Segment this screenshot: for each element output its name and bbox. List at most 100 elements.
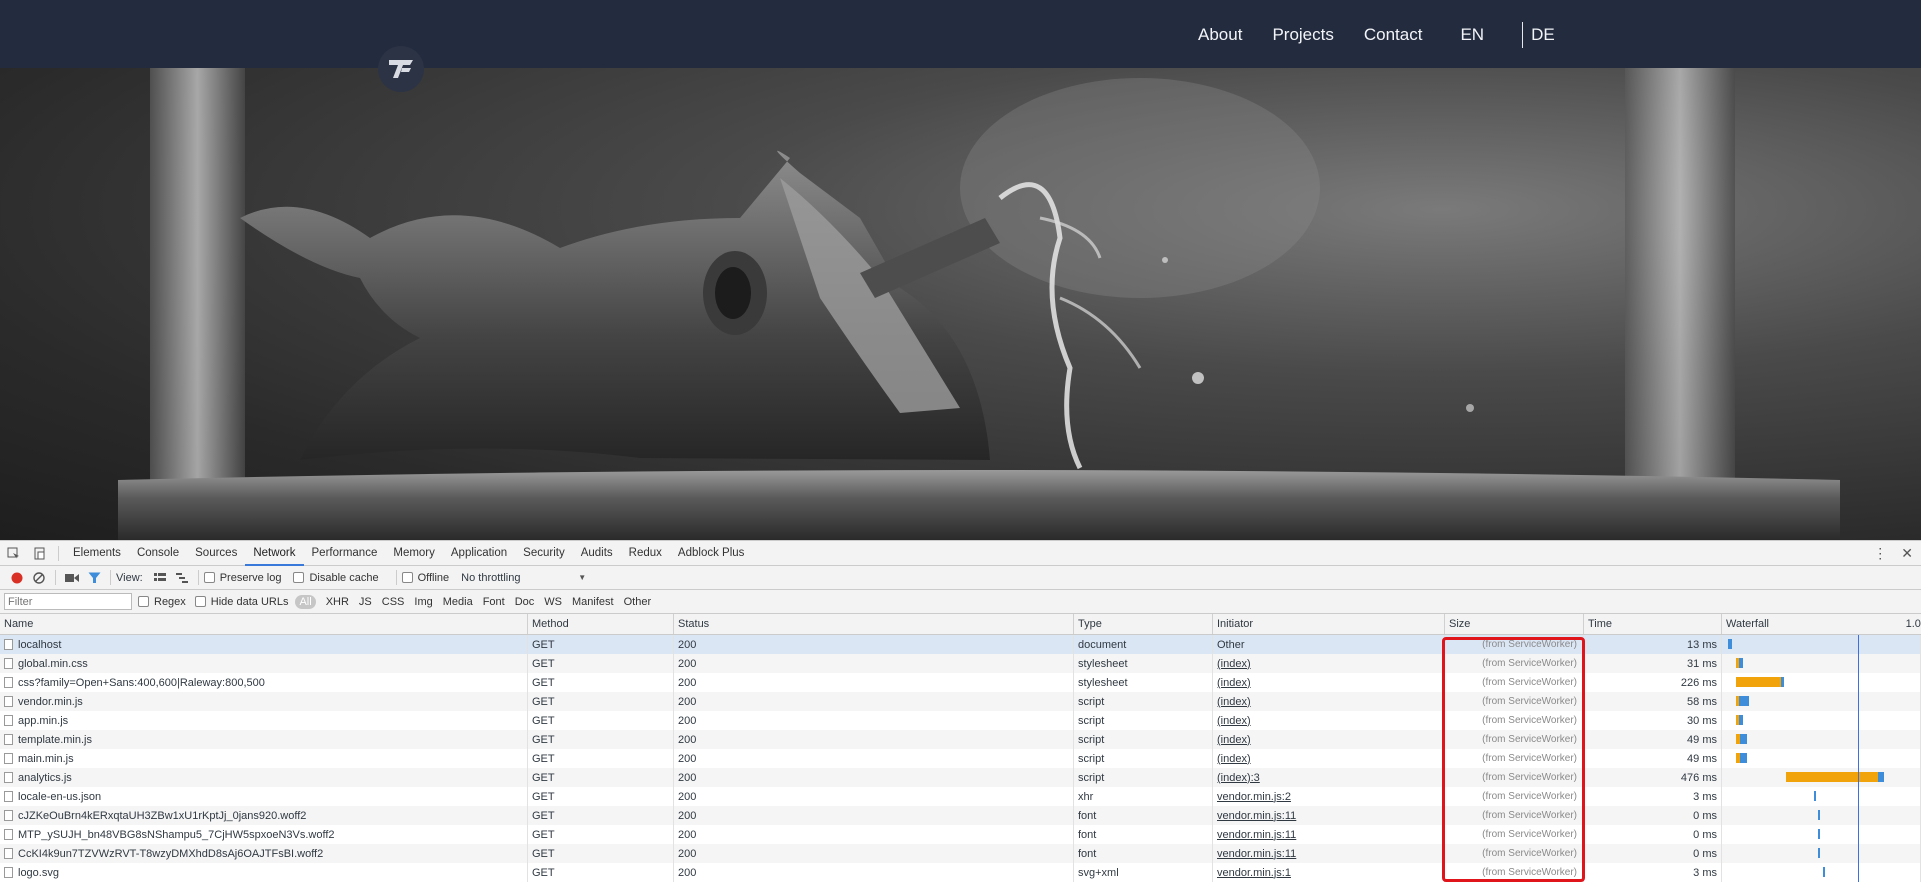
filter-type-doc[interactable]: Doc xyxy=(515,596,535,608)
request-initiator-cell[interactable]: (index) xyxy=(1213,730,1445,749)
capture-screenshots-icon[interactable] xyxy=(61,566,83,590)
initiator-link[interactable]: (index) xyxy=(1217,734,1251,746)
request-name-cell[interactable]: cJZKeOuBrn4kERxqtaUH3ZBw1xU1rKptJj_0jans… xyxy=(0,806,528,825)
close-icon[interactable]: ✕ xyxy=(1901,545,1913,562)
throttling-select[interactable]: No throttling ▼ xyxy=(461,572,586,584)
hide-data-urls-checkbox[interactable]: Hide data URLs xyxy=(194,596,288,608)
column-header-initiator[interactable]: Initiator xyxy=(1213,614,1445,634)
initiator-link[interactable]: (index) xyxy=(1217,658,1251,670)
request-name-cell[interactable]: vendor.min.js xyxy=(0,692,528,711)
tab-elements[interactable]: Elements xyxy=(65,541,129,566)
request-name-cell[interactable]: logo.svg xyxy=(0,863,528,882)
request-name-cell[interactable]: MTP_ySUJH_bn48VBG8sNShampu5_7CjHW5spxoeN… xyxy=(0,825,528,844)
regex-checkbox[interactable]: Regex xyxy=(138,596,186,608)
request-name-cell[interactable]: main.min.js xyxy=(0,749,528,768)
device-toolbar-icon[interactable] xyxy=(26,541,52,566)
request-initiator-cell[interactable]: vendor.min.js:11 xyxy=(1213,825,1445,844)
request-waterfall-cell[interactable] xyxy=(1722,711,1921,730)
table-row[interactable]: css?family=Open+Sans:400,600|Raleway:800… xyxy=(0,673,1921,692)
filter-type-manifest[interactable]: Manifest xyxy=(572,596,614,608)
request-name-cell[interactable]: global.min.css xyxy=(0,654,528,673)
request-name-cell[interactable]: localhost xyxy=(0,635,528,654)
table-row[interactable]: localhost GET 200 document Other (from Servic… xyxy=(0,635,1921,654)
request-initiator-cell[interactable]: vendor.min.js:11 xyxy=(1213,806,1445,825)
request-initiator-cell[interactable]: (index):3 xyxy=(1213,768,1445,787)
initiator-link[interactable]: (index) xyxy=(1217,696,1251,708)
nav-about-link[interactable]: About xyxy=(1198,25,1242,45)
request-initiator-cell[interactable]: vendor.min.js:1 xyxy=(1213,863,1445,882)
initiator-link[interactable]: vendor.min.js:11 xyxy=(1217,848,1296,860)
request-initiator-cell[interactable]: vendor.min.js:11 xyxy=(1213,844,1445,863)
request-waterfall-cell[interactable] xyxy=(1722,844,1921,863)
table-row[interactable]: analytics.js GET 200 script (index):3 (from S… xyxy=(0,768,1921,787)
column-header-size[interactable]: Size xyxy=(1445,614,1584,634)
initiator-link[interactable]: (index) xyxy=(1217,677,1251,689)
overview-icon[interactable] xyxy=(171,566,193,590)
offline-checkbox[interactable]: Offline xyxy=(401,572,449,584)
tab-application[interactable]: Application xyxy=(443,541,515,566)
lang-en-link[interactable]: EN xyxy=(1460,25,1484,45)
column-header-type[interactable]: Type xyxy=(1074,614,1213,634)
filter-type-font[interactable]: Font xyxy=(483,596,505,608)
nav-projects-link[interactable]: Projects xyxy=(1272,25,1333,45)
table-row[interactable]: cJZKeOuBrn4kERxqtaUH3ZBw1xU1rKptJj_0jans… xyxy=(0,806,1921,825)
filter-icon[interactable] xyxy=(83,566,105,590)
request-initiator-cell[interactable]: vendor.min.js:2 xyxy=(1213,787,1445,806)
filter-type-js[interactable]: JS xyxy=(359,596,372,608)
tab-console[interactable]: Console xyxy=(129,541,187,566)
column-header-name[interactable]: Name xyxy=(0,614,528,634)
inspect-element-icon[interactable] xyxy=(0,541,26,566)
table-row[interactable]: logo.svg GET 200 svg+xml vendor.min.js:1 (fro… xyxy=(0,863,1921,882)
request-name-cell[interactable]: css?family=Open+Sans:400,600|Raleway:800… xyxy=(0,673,528,692)
record-icon[interactable] xyxy=(6,566,28,590)
initiator-link[interactable]: vendor.min.js:1 xyxy=(1217,867,1291,879)
initiator-link[interactable]: (index) xyxy=(1217,715,1251,727)
request-initiator-cell[interactable]: (index) xyxy=(1213,749,1445,768)
clear-icon[interactable] xyxy=(28,566,50,590)
lang-de-link[interactable]: DE xyxy=(1531,25,1555,45)
initiator-link[interactable]: (index):3 xyxy=(1217,772,1260,784)
more-options-icon[interactable]: ⋮ xyxy=(1873,545,1887,562)
column-header-method[interactable]: Method xyxy=(528,614,674,634)
request-waterfall-cell[interactable] xyxy=(1722,749,1921,768)
request-waterfall-cell[interactable] xyxy=(1722,673,1921,692)
request-name-cell[interactable]: analytics.js xyxy=(0,768,528,787)
initiator-link[interactable]: vendor.min.js:11 xyxy=(1217,829,1296,841)
filter-input[interactable] xyxy=(4,593,132,610)
initiator-link[interactable]: vendor.min.js:11 xyxy=(1217,810,1296,822)
nav-contact-link[interactable]: Contact xyxy=(1364,25,1423,45)
table-row[interactable]: global.min.css GET 200 stylesheet (index) (fr… xyxy=(0,654,1921,673)
request-waterfall-cell[interactable] xyxy=(1722,768,1921,787)
request-waterfall-cell[interactable] xyxy=(1722,654,1921,673)
table-row[interactable]: vendor.min.js GET 200 script (index) (from Se… xyxy=(0,692,1921,711)
filter-type-ws[interactable]: WS xyxy=(544,596,562,608)
request-name-cell[interactable]: app.min.js xyxy=(0,711,528,730)
filter-type-other[interactable]: Other xyxy=(624,596,652,608)
request-waterfall-cell[interactable] xyxy=(1722,635,1921,654)
request-initiator-cell[interactable]: (index) xyxy=(1213,711,1445,730)
table-row[interactable]: CcKI4k9un7TZVWzRVT-T8wzyDMXhdD8sAj6OAJTF… xyxy=(0,844,1921,863)
table-row[interactable]: app.min.js GET 200 script (index) (from Servi… xyxy=(0,711,1921,730)
table-row[interactable]: locale-en-us.json GET 200 xhr vendor.min.js:… xyxy=(0,787,1921,806)
tab-network[interactable]: Network xyxy=(245,541,304,566)
site-logo[interactable] xyxy=(378,46,424,92)
table-row[interactable]: MTP_ySUJH_bn48VBG8sNShampu5_7CjHW5spxoeN… xyxy=(0,825,1921,844)
filter-type-img[interactable]: Img xyxy=(414,596,432,608)
filter-type-xhr[interactable]: XHR xyxy=(326,596,349,608)
preserve-log-checkbox[interactable]: Preserve log xyxy=(203,572,281,584)
table-row[interactable]: main.min.js GET 200 script (index) (from Serv… xyxy=(0,749,1921,768)
initiator-link[interactable]: vendor.min.js:2 xyxy=(1217,791,1291,803)
request-name-cell[interactable]: CcKI4k9un7TZVWzRVT-T8wzyDMXhdD8sAj6OAJTF… xyxy=(0,844,528,863)
request-name-cell[interactable]: locale-en-us.json xyxy=(0,787,528,806)
request-waterfall-cell[interactable] xyxy=(1722,730,1921,749)
disable-cache-checkbox[interactable]: Disable cache xyxy=(293,572,379,584)
request-initiator-cell[interactable]: (index) xyxy=(1213,673,1445,692)
column-header-time[interactable]: Time xyxy=(1584,614,1722,634)
request-waterfall-cell[interactable] xyxy=(1722,863,1921,882)
tab-security[interactable]: Security xyxy=(515,541,573,566)
request-name-cell[interactable]: template.min.js xyxy=(0,730,528,749)
tab-redux[interactable]: Redux xyxy=(621,541,670,566)
tab-performance[interactable]: Performance xyxy=(304,541,386,566)
table-row[interactable]: template.min.js GET 200 script (index) (from … xyxy=(0,730,1921,749)
request-initiator-cell[interactable]: (index) xyxy=(1213,654,1445,673)
